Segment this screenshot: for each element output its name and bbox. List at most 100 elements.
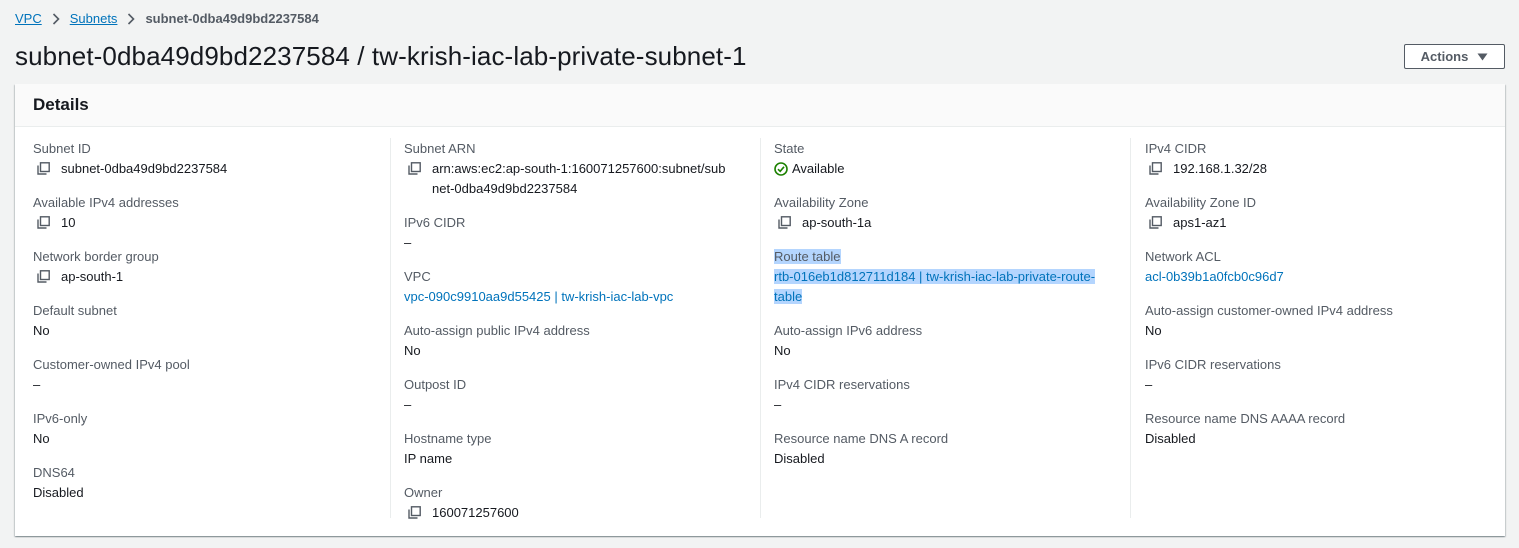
field-label: Owner xyxy=(404,485,443,500)
details-column-3: State Available Availability Zone ap-sou… xyxy=(774,139,1134,483)
availability-zone-id-value: aps1-az1 xyxy=(1173,215,1227,230)
field-network-border-group: Network border group ap-south-1 xyxy=(33,247,393,287)
field-label: Auto-assign IPv6 address xyxy=(774,323,923,338)
field-dns-a-record: Resource name DNS A record Disabled xyxy=(774,429,1134,469)
field-label: VPC xyxy=(404,269,431,284)
copy-icon[interactable] xyxy=(778,216,791,229)
field-label: DNS64 xyxy=(33,465,75,480)
details-column-4: IPv4 CIDR 192.168.1.32/28 Availability Z… xyxy=(1145,139,1505,463)
field-customer-owned-pool: Customer-owned IPv4 pool – xyxy=(33,355,393,395)
chevron-right-icon xyxy=(127,12,136,25)
field-label: Outpost ID xyxy=(404,377,467,392)
field-label: IPv6-only xyxy=(33,411,88,426)
copy-icon[interactable] xyxy=(1149,216,1162,229)
field-label: IPv4 CIDR xyxy=(1145,141,1207,156)
field-auto-assign-public-ipv4: Auto-assign public IPv4 address No xyxy=(404,321,764,361)
details-columns: Subnet ID subnet-0dba49d9bd2237584 Avail… xyxy=(15,128,1505,536)
ipv6-cidr-value: – xyxy=(404,235,412,250)
details-heading: Details xyxy=(33,95,89,114)
actions-button-label: Actions xyxy=(1420,49,1469,64)
default-subnet-value: No xyxy=(33,323,50,338)
field-value: ap-south-1 xyxy=(33,267,393,287)
check-circle-icon xyxy=(774,162,792,176)
copy-icon[interactable] xyxy=(408,506,421,519)
field-subnet-id: Subnet ID subnet-0dba49d9bd2237584 xyxy=(33,139,393,179)
field-hostname-type: Hostname type IP name xyxy=(404,429,764,469)
field-state: State Available xyxy=(774,139,1134,179)
breadcrumb: VPC Subnets subnet-0dba49d9bd2237584 xyxy=(15,11,319,26)
field-label: Network border group xyxy=(33,249,159,264)
field-availability-zone: Availability Zone ap-south-1a xyxy=(774,193,1134,233)
breadcrumb-vpc-link[interactable]: VPC xyxy=(15,11,42,26)
field-value: 10 xyxy=(33,213,393,233)
field-label: Auto-assign customer-owned IPv4 address xyxy=(1145,303,1393,318)
copy-icon[interactable] xyxy=(37,216,50,229)
network-border-group-value: ap-south-1 xyxy=(61,269,124,284)
auto-assign-public-ipv4-value: No xyxy=(404,343,421,358)
field-label: Network ACL xyxy=(1145,249,1221,264)
customer-owned-pool-value: – xyxy=(33,377,41,392)
copy-icon[interactable] xyxy=(37,162,50,175)
field-ipv6-cidr: IPv6 CIDR – xyxy=(404,213,764,253)
field-dns-aaaa-record: Resource name DNS AAAA record Disabled xyxy=(1145,409,1505,449)
field-dns64: DNS64 Disabled xyxy=(33,463,393,503)
field-label: Default subnet xyxy=(33,303,117,318)
field-label: IPv6 CIDR reservations xyxy=(1145,357,1281,372)
field-label: Resource name DNS AAAA record xyxy=(1145,411,1346,426)
auto-assign-ipv6-value: No xyxy=(774,343,791,358)
field-value: 192.168.1.32/28 xyxy=(1145,159,1505,179)
outpost-id-value: – xyxy=(404,397,412,412)
details-panel: Details Subnet ID subnet-0dba49d9bd22375… xyxy=(15,84,1505,536)
field-label: State xyxy=(774,141,805,156)
field-value: arn:aws:ec2:ap-south-1:160071257600:subn… xyxy=(404,159,764,199)
field-label: Route table xyxy=(774,249,841,264)
hostname-type-value: IP name xyxy=(404,451,453,466)
status-badge: Available xyxy=(774,159,1134,179)
network-acl-link[interactable]: acl-0b39b1a0fcb0c96d7 xyxy=(1145,269,1284,284)
subnet-arn-value: arn:aws:ec2:ap-south-1:160071257600:subn… xyxy=(432,161,726,196)
field-ipv6-only: IPv6-only No xyxy=(33,409,393,449)
field-label: Subnet ID xyxy=(33,141,91,156)
field-subnet-arn: Subnet ARN arn:aws:ec2:ap-south-1:160071… xyxy=(404,139,764,199)
field-availability-zone-id: Availability Zone ID aps1-az1 xyxy=(1145,193,1505,233)
details-column-2: Subnet ARN arn:aws:ec2:ap-south-1:160071… xyxy=(404,139,764,537)
route-table-link[interactable]: rtb-016eb1d812711d184 | tw-krish-iac-lab… xyxy=(774,269,1096,304)
chevron-right-icon xyxy=(52,12,60,25)
field-ipv4-cidr-reservations: IPv4 CIDR reservations – xyxy=(774,375,1134,415)
field-label: Auto-assign public IPv4 address xyxy=(404,323,590,338)
ipv4-cidr-value: 192.168.1.32/28 xyxy=(1173,161,1267,176)
field-route-table: Route table rtb-016eb1d812711d184 | tw-k… xyxy=(774,247,1134,307)
field-ipv6-cidr-reservations: IPv6 CIDR reservations – xyxy=(1145,355,1505,395)
field-vpc: VPC vpc-090c9910aa9d55425 | tw-krish-iac… xyxy=(404,267,764,307)
field-label: Availability Zone ID xyxy=(1145,195,1257,210)
field-owner: Owner 160071257600 xyxy=(404,483,764,523)
availability-zone-value: ap-south-1a xyxy=(802,215,872,230)
state-value: Available xyxy=(792,161,845,176)
field-value: 160071257600 xyxy=(404,503,764,523)
dns-a-record-value: Disabled xyxy=(774,451,825,466)
auto-assign-customer-owned-value: No xyxy=(1145,323,1162,338)
field-outpost-id: Outpost ID – xyxy=(404,375,764,415)
field-available-ipv4: Available IPv4 addresses 10 xyxy=(33,193,393,233)
copy-icon[interactable] xyxy=(37,270,50,283)
field-auto-assign-customer-owned: Auto-assign customer-owned IPv4 address … xyxy=(1145,301,1505,341)
dns-aaaa-record-value: Disabled xyxy=(1145,431,1196,446)
field-label: Availability Zone xyxy=(774,195,869,210)
ipv4-cidr-reservations-value: – xyxy=(774,397,782,412)
field-default-subnet: Default subnet No xyxy=(33,301,393,341)
breadcrumb-subnets-link[interactable]: Subnets xyxy=(70,11,118,26)
actions-button[interactable]: Actions xyxy=(1404,44,1505,69)
field-label: Subnet ARN xyxy=(404,141,476,156)
field-label: Resource name DNS A record xyxy=(774,431,949,446)
details-panel-header: Details xyxy=(15,84,1505,127)
field-value: subnet-0dba49d9bd2237584 xyxy=(33,159,393,179)
page-title: subnet-0dba49d9bd2237584 / tw-krish-iac-… xyxy=(15,41,747,71)
subnet-id-value: subnet-0dba49d9bd2237584 xyxy=(61,161,228,176)
breadcrumb-current: subnet-0dba49d9bd2237584 xyxy=(145,11,319,26)
field-auto-assign-ipv6: Auto-assign IPv6 address No xyxy=(774,321,1134,361)
ipv6-only-value: No xyxy=(33,431,50,446)
vpc-link[interactable]: vpc-090c9910aa9d55425 | tw-krish-iac-lab… xyxy=(404,289,673,304)
details-column-1: Subnet ID subnet-0dba49d9bd2237584 Avail… xyxy=(33,139,393,517)
copy-icon[interactable] xyxy=(1149,162,1162,175)
dns64-value: Disabled xyxy=(33,485,84,500)
